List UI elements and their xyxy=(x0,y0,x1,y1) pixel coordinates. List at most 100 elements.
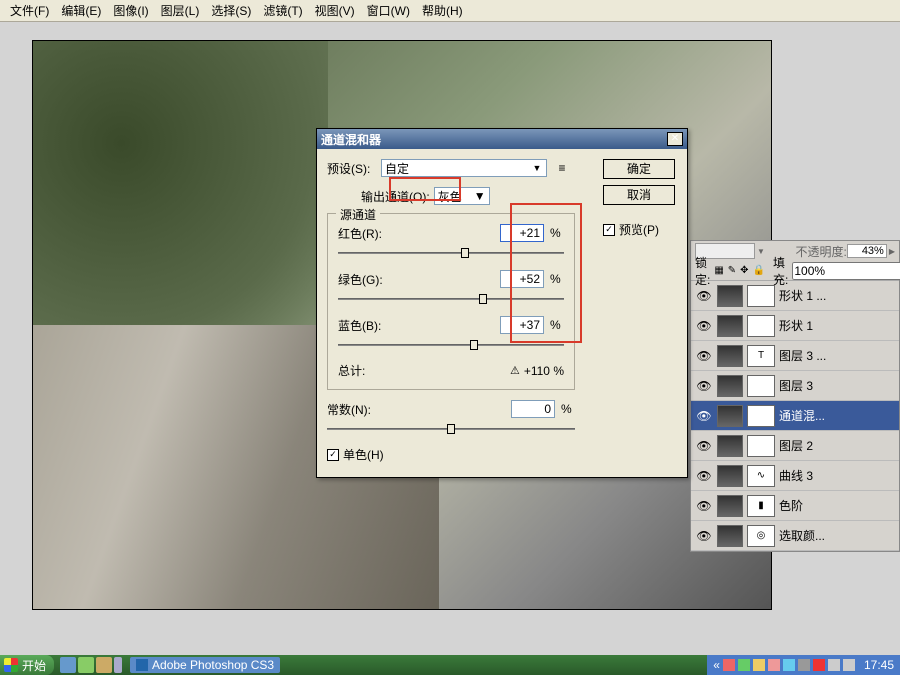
menu-window[interactable]: 窗口(W) xyxy=(361,0,416,21)
layer-thumb xyxy=(717,405,743,427)
visibility-icon[interactable]: 👁 xyxy=(695,319,713,333)
menu-help[interactable]: 帮助(H) xyxy=(416,0,469,21)
layer-mask-thumb: T xyxy=(747,345,775,367)
opacity-input[interactable] xyxy=(847,244,887,258)
tray-icon[interactable] xyxy=(798,659,810,671)
ql-icon[interactable] xyxy=(114,657,122,673)
visibility-icon[interactable]: 👁 xyxy=(695,469,713,483)
close-icon[interactable]: ✕ xyxy=(667,132,683,146)
chevron-down-icon: ▼ xyxy=(474,189,486,203)
preset-dropdown[interactable]: 自定 ▼ xyxy=(381,159,547,177)
red-input[interactable]: +21 xyxy=(500,224,544,242)
visibility-icon[interactable]: 👁 xyxy=(695,439,713,453)
tray-expand-icon[interactable]: « xyxy=(713,658,720,672)
layer-mask-thumb xyxy=(747,315,775,337)
tray-icon[interactable] xyxy=(768,659,780,671)
blue-label: 蓝色(B): xyxy=(338,317,402,334)
source-channels-group: 源通道 红色(R): +21 % 绿色(G): +52 % 蓝色(B): +37… xyxy=(327,213,575,390)
green-input[interactable]: +52 xyxy=(500,270,544,288)
menu-image[interactable]: 图像(I) xyxy=(107,0,154,21)
taskbar: 开始 Adobe Photoshop CS3 « 17:45 xyxy=(0,655,900,675)
green-slider[interactable] xyxy=(338,292,564,306)
menu-edit[interactable]: 编辑(E) xyxy=(55,0,107,21)
red-label: 红色(R): xyxy=(338,225,402,242)
windows-logo-icon xyxy=(4,658,18,672)
layer-item[interactable]: 👁▮色阶 xyxy=(691,491,899,521)
tray-icon[interactable] xyxy=(783,659,795,671)
tray-icon[interactable] xyxy=(753,659,765,671)
menu-file[interactable]: 文件(F) xyxy=(4,0,55,21)
blue-slider[interactable] xyxy=(338,338,564,352)
lock-brush-icon[interactable]: ✎ xyxy=(728,264,736,278)
output-value: 灰色 xyxy=(438,188,462,205)
chevron-down-icon: ▼ xyxy=(531,163,543,173)
red-slider[interactable] xyxy=(338,246,564,260)
layer-item[interactable]: 👁◎选取颜... xyxy=(691,521,899,551)
taskbar-app-button[interactable]: Adobe Photoshop CS3 xyxy=(130,657,280,673)
tray-icon[interactable] xyxy=(813,659,825,671)
fill-input[interactable] xyxy=(792,262,900,280)
ql-icon[interactable] xyxy=(78,657,94,673)
layer-name: 曲线 3 xyxy=(779,467,895,484)
pct-label: % xyxy=(550,226,564,240)
tray-icon[interactable] xyxy=(723,659,735,671)
fill-label: 填充: xyxy=(773,254,788,288)
start-button[interactable]: 开始 xyxy=(0,655,54,675)
layer-thumb xyxy=(717,375,743,397)
layer-name: 形状 1 ... xyxy=(779,287,895,304)
ok-button[interactable]: 确定 xyxy=(603,159,675,179)
layer-item[interactable]: 👁 形状 1 ... xyxy=(691,281,899,311)
output-label: 输出通道(O): xyxy=(361,188,430,205)
monochrome-checkbox[interactable]: ✓ 单色(H) xyxy=(327,446,677,463)
tray-icon[interactable] xyxy=(738,659,750,671)
menu-select[interactable]: 选择(S) xyxy=(205,0,257,21)
monochrome-label: 单色(H) xyxy=(343,446,384,463)
layer-item[interactable]: 👁∿曲线 3 xyxy=(691,461,899,491)
lock-pixels-icon[interactable]: ▦ xyxy=(714,264,723,278)
visibility-icon[interactable]: 👁 xyxy=(695,349,713,363)
layer-mask-thumb: ◐ xyxy=(747,405,775,427)
ql-icon[interactable] xyxy=(96,657,112,673)
pct-label: % xyxy=(550,318,564,332)
menu-view[interactable]: 视图(V) xyxy=(309,0,361,21)
total-label: 总计: xyxy=(338,362,365,379)
visibility-icon[interactable]: 👁 xyxy=(695,379,713,393)
layer-mask-thumb xyxy=(747,375,775,397)
layer-item[interactable]: 👁图层 3 xyxy=(691,371,899,401)
pct-label: % xyxy=(550,272,564,286)
dialog-titlebar[interactable]: 通道混和器 ✕ xyxy=(317,129,687,149)
clock[interactable]: 17:45 xyxy=(864,658,894,672)
layer-thumb xyxy=(717,465,743,487)
layer-name: 色阶 xyxy=(779,497,895,514)
menu-filter[interactable]: 滤镜(T) xyxy=(257,0,308,21)
menu-layer[interactable]: 图层(L) xyxy=(155,0,206,21)
layer-item[interactable]: 👁图层 2 xyxy=(691,431,899,461)
visibility-icon[interactable]: 👁 xyxy=(695,289,713,303)
layer-thumb xyxy=(717,315,743,337)
cancel-button[interactable]: 取消 xyxy=(603,185,675,205)
visibility-icon[interactable]: 👁 xyxy=(695,529,713,543)
layer-thumb xyxy=(717,285,743,307)
layer-item[interactable]: 👁形状 1 xyxy=(691,311,899,341)
preview-checkbox[interactable]: ✓ 预览(P) xyxy=(603,221,659,238)
warning-icon: ⚠ xyxy=(510,364,520,377)
layer-thumb xyxy=(717,495,743,517)
layer-item[interactable]: 👁◐通道混... xyxy=(691,401,899,431)
constant-slider[interactable] xyxy=(327,422,575,436)
taskbar-app-label: Adobe Photoshop CS3 xyxy=(152,658,274,672)
visibility-icon[interactable]: 👁 xyxy=(695,499,713,513)
layer-item[interactable]: 👁T图层 3 ... xyxy=(691,341,899,371)
preset-menu-icon[interactable]: ≡ xyxy=(553,159,571,177)
quick-launch xyxy=(60,657,122,673)
blue-input[interactable]: +37 xyxy=(500,316,544,334)
opacity-label: 不透明度: xyxy=(796,243,847,260)
tray-icon[interactable] xyxy=(843,659,855,671)
tray-icon[interactable] xyxy=(828,659,840,671)
output-dropdown[interactable]: 灰色 ▼ xyxy=(434,187,490,205)
ql-icon[interactable] xyxy=(60,657,76,673)
constant-input[interactable]: 0 xyxy=(511,400,555,418)
lock-all-icon[interactable]: 🔒 xyxy=(753,264,765,278)
layer-name: 选取颜... xyxy=(779,527,895,544)
visibility-icon[interactable]: 👁 xyxy=(695,409,713,423)
lock-move-icon[interactable]: ✥ xyxy=(740,264,748,278)
